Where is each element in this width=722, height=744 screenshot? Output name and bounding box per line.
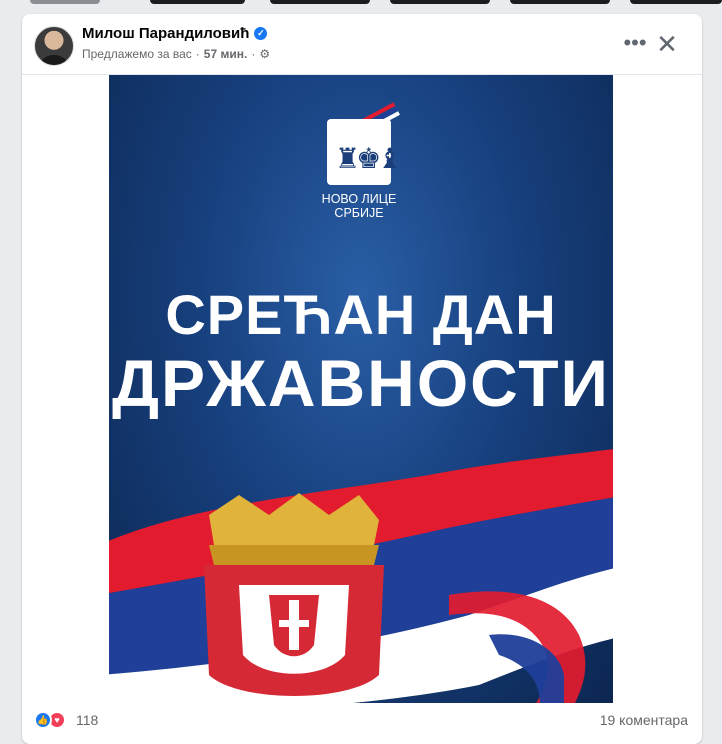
chess-pieces-icon: ♜♚♝ — [335, 143, 402, 174]
like-icon: 👍 — [34, 711, 52, 729]
avatar[interactable] — [34, 26, 74, 66]
reaction-icons: 👍 ♥ — [34, 711, 70, 729]
suggested-label: Предлажемо за вас — [82, 47, 192, 61]
post-footer: 👍 ♥ 118 19 коментара — [22, 702, 702, 738]
poster-image[interactable]: ♜♚♝ НОВО ЛИЦЕ СРБИЈЕ СРЕЋАН ДАН ДРЖАВНОС… — [109, 75, 613, 703]
post-media[interactable]: ♜♚♝ НОВО ЛИЦЕ СРБИЈЕ СРЕЋАН ДАН ДРЖАВНОС… — [22, 74, 702, 703]
reaction-count[interactable]: 118 — [76, 712, 98, 728]
author-name-text[interactable]: Милош Парандиловић — [82, 25, 249, 42]
more-options-button[interactable]: ••• — [620, 30, 650, 60]
meta-separator: · — [195, 47, 200, 61]
meta-separator-2: · — [251, 47, 256, 61]
poster-headline: СРЕЋАН ДАН ДРЖАВНОСТИ — [109, 283, 613, 419]
comments-count[interactable]: 19 коментара — [600, 712, 688, 728]
close-icon: ✕ — [656, 29, 678, 59]
headline-line-1: СРЕЋАН ДАН — [165, 283, 557, 346]
logo-line-2: СРБИЈЕ — [334, 206, 384, 220]
gear-icon: ⚙ — [259, 47, 271, 61]
author-name[interactable]: Милош Парандиловић ✓ — [82, 25, 268, 42]
post-meta: Предлажемо за вас · 57 мин. · ⚙ — [82, 47, 270, 61]
logo-text: НОВО ЛИЦЕ СРБИЈЕ — [299, 192, 419, 220]
logo-line-1: НОВО ЛИЦЕ — [321, 192, 397, 206]
post-card: Милош Парандиловић ✓ Предлажемо за вас ·… — [22, 14, 702, 744]
close-button[interactable]: ✕ — [652, 30, 682, 60]
reactions-summary[interactable]: 👍 ♥ 118 — [34, 711, 98, 729]
post-time[interactable]: 57 мин. — [204, 47, 248, 61]
top-strip — [0, 0, 722, 10]
headline-line-2: ДРЖАВНОСТИ — [112, 346, 610, 420]
verified-badge-icon: ✓ — [254, 27, 268, 40]
post-header: Милош Парандиловић ✓ Предлажемо за вас ·… — [22, 14, 702, 74]
more-options-icon: ••• — [623, 30, 647, 55]
